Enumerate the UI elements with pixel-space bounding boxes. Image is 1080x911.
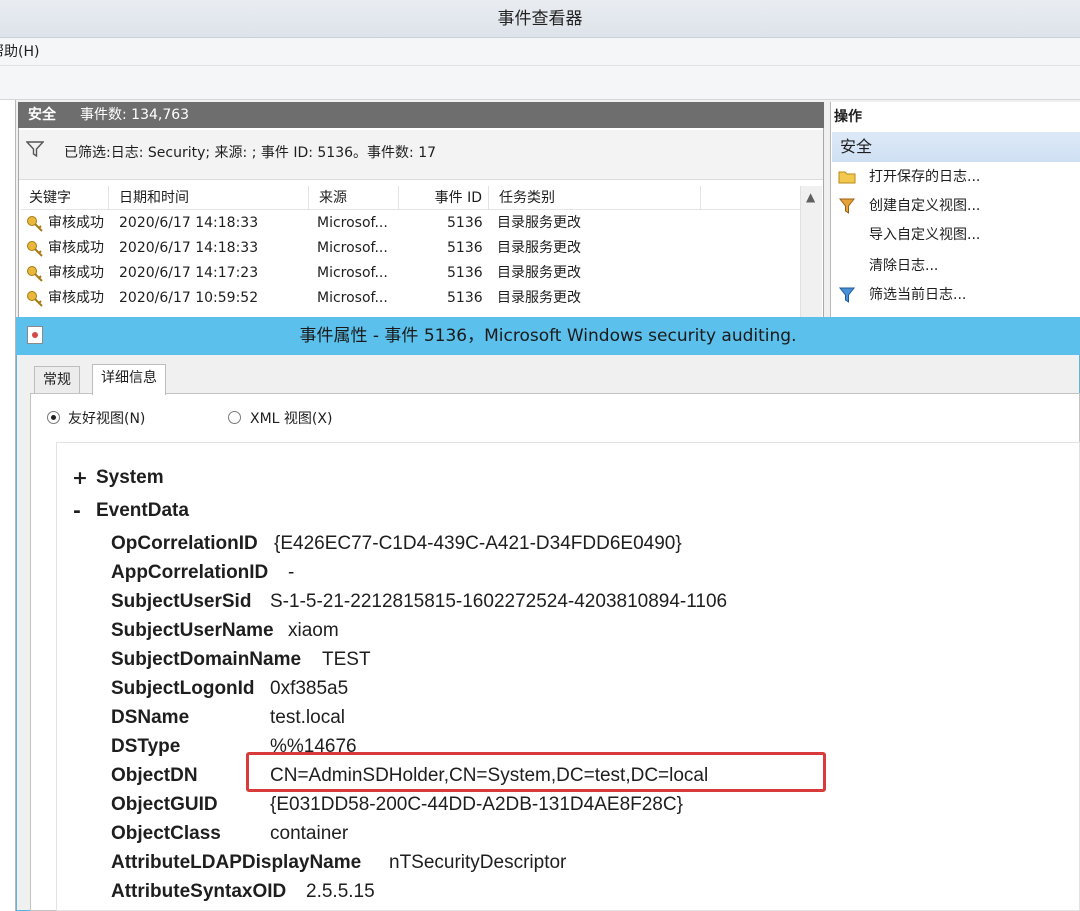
field-key: AppCorrelationID [111, 562, 269, 583]
filter-description: 已筛选:日志: Security; 来源: ; 事件 ID: 5136。事件数:… [64, 145, 437, 161]
field-key: ObjectGUID [111, 794, 218, 815]
event-count: 事件数: 134,763 [80, 107, 190, 123]
field-value: container [270, 823, 349, 844]
event-icon [27, 326, 43, 344]
row-keyword: 审核成功 [48, 290, 104, 306]
column-datetime[interactable]: 日期和时间 [111, 186, 309, 210]
tab-details[interactable]: 详细信息 [92, 364, 166, 395]
key-icon [27, 216, 43, 232]
row-source: Microsof... [317, 290, 388, 306]
field-key: DSType [111, 736, 181, 757]
field-value: S-1-5-21-2212815815-1602272524-420381089… [270, 591, 728, 612]
expand-system-toggle[interactable]: + [72, 467, 88, 489]
field-key: ObjectDN [111, 765, 198, 786]
row-event-id: 5136 [447, 265, 483, 281]
menu-bar: 帮助(H) [0, 38, 1080, 66]
field-value: 2.5.5.15 [306, 881, 375, 902]
row-source: Microsof... [317, 265, 388, 281]
row-keyword: 审核成功 [48, 215, 104, 231]
field-value: xiaom [288, 620, 339, 641]
eventdata-node[interactable]: EventData [96, 500, 189, 522]
row-datetime: 2020/6/17 14:18:33 [119, 215, 259, 231]
row-event-id: 5136 [447, 290, 483, 306]
event-grid-header: 关键字 日期和时间 来源 事件 ID 任务类别 [21, 186, 800, 210]
row-category: 目录服务更改 [497, 290, 581, 306]
field-value: {E426EC77-C1D4-439C-A421-D34FDD6E0490} [274, 533, 682, 554]
key-icon [27, 266, 43, 282]
system-node[interactable]: System [96, 467, 164, 489]
key-icon [27, 291, 43, 307]
field-value: TEST [322, 649, 371, 670]
friendly-view-radio[interactable] [47, 411, 60, 424]
row-category: 目录服务更改 [497, 215, 581, 231]
event-list-scrollbar[interactable]: ▲ [800, 186, 822, 332]
field-value: - [288, 562, 295, 583]
row-keyword: 审核成功 [48, 265, 104, 281]
field-value: {E031DD58-200C-44DD-A2DB-131D4AE8F28C} [270, 794, 683, 815]
key-icon [27, 241, 43, 257]
row-category: 目录服务更改 [497, 240, 581, 256]
log-name: 安全 [28, 107, 56, 123]
row-category: 目录服务更改 [497, 265, 581, 281]
scroll-up-icon[interactable]: ▲ [806, 190, 815, 204]
action-clear-log[interactable]: 清除日志... [869, 255, 938, 275]
column-source[interactable]: 来源 [311, 186, 399, 210]
field-key: ObjectClass [111, 823, 221, 844]
actions-title: 操作 [834, 109, 862, 125]
objectdn-highlight-box [246, 752, 826, 792]
column-event-id[interactable]: 事件 ID [401, 186, 489, 210]
row-keyword: 审核成功 [48, 240, 104, 256]
menu-help[interactable]: 帮助(H) [0, 38, 39, 66]
toolbar [0, 66, 1080, 100]
filter-log-icon [838, 287, 856, 303]
column-task-category[interactable]: 任务类别 [491, 186, 701, 210]
table-row[interactable]: 审核成功 2020/6/17 14:18:33 Microsof... 5136… [21, 236, 800, 261]
column-keyword[interactable]: 关键字 [21, 186, 109, 210]
tree-pane [0, 100, 16, 911]
row-source: Microsof... [317, 240, 388, 256]
action-open-saved-log[interactable]: 打开保存的日志... [869, 166, 980, 186]
table-row[interactable]: 审核成功 2020/6/17 10:59:52 Microsof... 5136… [21, 286, 800, 311]
xml-view-label[interactable]: XML 视图(X) [250, 408, 332, 428]
row-datetime: 2020/6/17 14:18:33 [119, 240, 259, 256]
field-key: AttributeSyntaxOID [111, 881, 287, 902]
open-folder-icon [838, 171, 856, 184]
row-event-id: 5136 [447, 215, 483, 231]
field-value: nTSecurityDescriptor [389, 852, 567, 873]
action-create-custom-view[interactable]: 创建自定义视图... [869, 195, 980, 215]
table-row[interactable]: 审核成功 2020/6/17 14:18:33 Microsof... 5136… [21, 211, 800, 236]
action-import-custom-view[interactable]: 导入自定义视图... [869, 224, 980, 244]
action-filter-current-log[interactable]: 筛选当前日志... [869, 284, 966, 304]
friendly-view-label[interactable]: 友好视图(N) [68, 408, 145, 428]
actions-section-security[interactable]: 安全 [832, 132, 1080, 162]
filter-icon [26, 141, 44, 158]
collapse-eventdata-toggle[interactable]: - [73, 500, 81, 522]
field-key: AttributeLDAPDisplayName [111, 852, 362, 873]
window-title: 事件查看器 [0, 0, 1080, 38]
row-datetime: 2020/6/17 10:59:52 [119, 290, 259, 306]
xml-view-radio[interactable] [228, 411, 241, 424]
field-value: test.local [270, 707, 345, 728]
table-row[interactable]: 审核成功 2020/6/17 14:17:23 Microsof... 5136… [21, 261, 800, 286]
field-key: SubjectUserName [111, 620, 274, 641]
row-datetime: 2020/6/17 14:17:23 [119, 265, 259, 281]
create-view-icon [838, 198, 856, 214]
row-source: Microsof... [317, 215, 388, 231]
field-value: 0xf385a5 [270, 678, 349, 699]
field-key: SubjectDomainName [111, 649, 302, 670]
log-header: 安全 事件数: 134,763 [18, 102, 824, 128]
field-key: SubjectLogonId [111, 678, 255, 699]
field-key: OpCorrelationID [111, 533, 258, 554]
tab-general[interactable]: 常规 [34, 366, 80, 394]
row-event-id: 5136 [447, 240, 483, 256]
dialog-title: 事件属性 - 事件 5136，Microsoft Windows securit… [16, 317, 1080, 355]
field-key: SubjectUserSid [111, 591, 252, 612]
field-key: DSName [111, 707, 190, 728]
